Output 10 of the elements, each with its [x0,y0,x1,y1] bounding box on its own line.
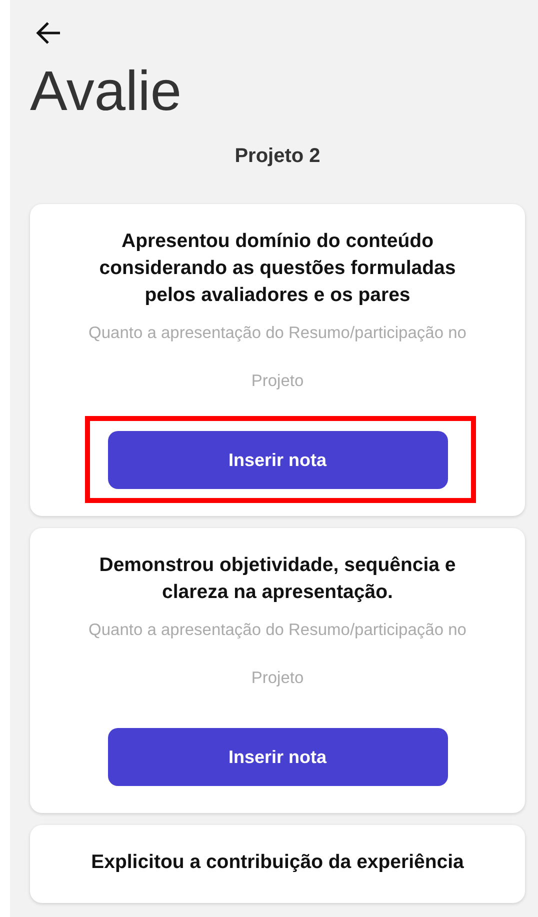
project-name: Projeto 2 [234,145,322,168]
insert-grade-button[interactable]: Inserir nota [108,431,448,489]
insert-grade-button[interactable]: Inserir nota [108,728,448,786]
criterion-title: Explicitou a contribuição da experiência [90,850,465,875]
criterion-description: Quanto a apresentação do Resumo/participação no Projeto [88,323,468,392]
criterion-title: Apresentou domínio do conteúdo considerando as questões formuladas pelos avaliadores e os pares [98,229,457,308]
page-title: Avalie [30,59,183,123]
criterion-description: Quanto a apresentação do Resumo/participação no Projeto [88,620,468,689]
criterion-title: Demonstrou objetividade, sequência e clareza na apresentação. [98,553,457,605]
back-arrow-icon[interactable] [36,21,62,45]
